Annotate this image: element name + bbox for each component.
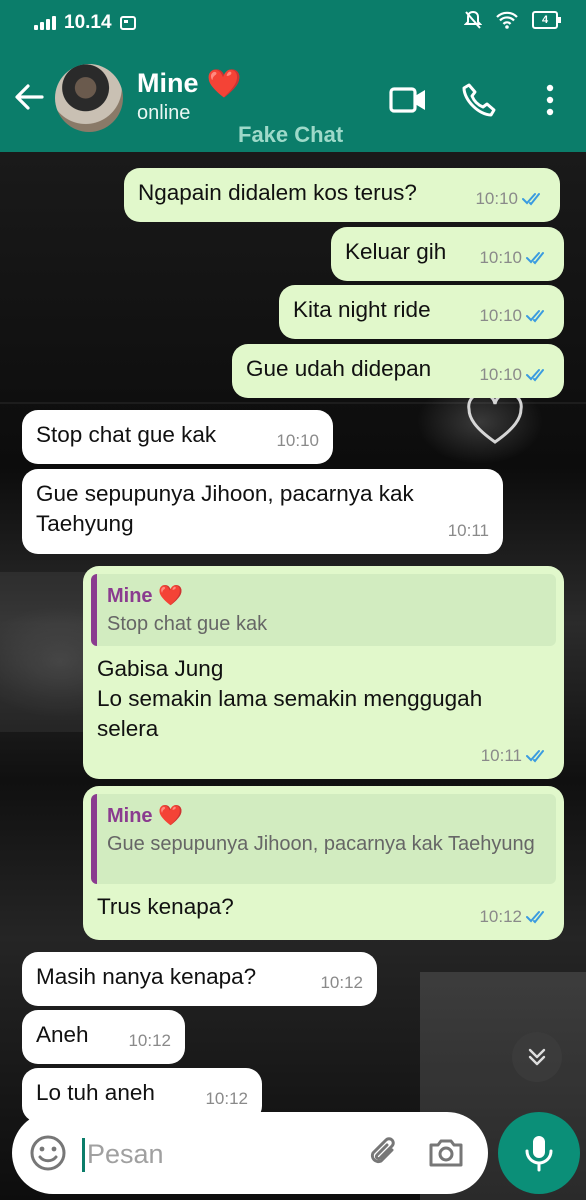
avatar[interactable] [55, 64, 123, 132]
chat-header: 10.14 4 Mine ❤️ online Fake Chat [0, 0, 586, 152]
quoted-text: Stop chat gue kak [107, 613, 268, 635]
message-time: 10:12 [320, 973, 363, 992]
read-ticks-icon [526, 750, 544, 763]
message-time: 10:12 [205, 1089, 248, 1108]
mute-bell-icon [464, 10, 482, 29]
status-bar: 10.14 4 [0, 0, 586, 46]
message-text: Kita night ride [293, 297, 431, 322]
contact-name[interactable]: Mine ❤️ [137, 68, 241, 99]
read-ticks-icon [526, 252, 544, 265]
camera-icon[interactable] [426, 1132, 466, 1172]
message-time: 10:10 [479, 306, 522, 325]
message-composer [12, 1112, 488, 1194]
message-meta: 10:10 [475, 184, 546, 214]
message-time: 10:10 [479, 365, 522, 384]
message-text: Lo tuh aneh [36, 1080, 155, 1105]
message-time: 10:12 [479, 907, 522, 926]
wifi-icon [496, 11, 518, 29]
message-meta: 10:12 [479, 902, 550, 932]
read-ticks-icon [526, 911, 544, 924]
message-bubble-outgoing[interactable]: Ngapain didalem kos terus? 10:10 [124, 168, 560, 222]
message-text: Aneh [36, 1022, 89, 1047]
message-text: Gue udah didepan [246, 356, 432, 381]
message-meta: 10:10 [479, 360, 550, 390]
message-bubble-incoming[interactable]: Stop chat gue kak 10:10 [22, 410, 333, 464]
message-bubble-outgoing-reply[interactable]: Mine ❤️ Stop chat gue kak Gabisa Jung Lo… [83, 566, 564, 779]
message-bubble-outgoing[interactable]: Kita night ride 10:10 [279, 285, 564, 339]
quoted-sender: Mine ❤️ [107, 805, 184, 827]
message-text: Stop chat gue kak [36, 422, 217, 447]
message-bubble-incoming[interactable]: Aneh 10:12 [22, 1010, 185, 1064]
scroll-to-bottom-button[interactable] [512, 1032, 562, 1082]
message-bubble-outgoing-reply[interactable]: Mine ❤️ Gue sepupunya Jihoon, pacarnya k… [83, 786, 564, 940]
contact-status: online [137, 102, 191, 124]
message-text: Keluar gih [345, 239, 447, 264]
more-options-icon[interactable] [530, 80, 570, 120]
microphone-button[interactable] [498, 1112, 580, 1194]
fake-chat-watermark: Fake Chat [238, 122, 344, 147]
message-bubble-outgoing[interactable]: Keluar gih 10:10 [331, 227, 564, 281]
message-text-line: Taehyung [36, 511, 134, 536]
microphone-icon [525, 1136, 553, 1172]
message-text-line: Gue sepupunya Jihoon, pacarnya kak [36, 481, 414, 506]
heart-icon: ❤️ [206, 67, 242, 99]
text-caret [82, 1138, 85, 1172]
message-input[interactable] [87, 1132, 357, 1176]
message-time: 10:10 [479, 248, 522, 267]
double-chevron-down-icon [528, 1048, 546, 1066]
neon-heart-icon [467, 394, 523, 444]
emoji-icon[interactable] [28, 1133, 68, 1173]
message-time: 10:10 [475, 189, 518, 208]
back-arrow-icon[interactable] [12, 80, 46, 114]
battery-icon: 4 [532, 11, 561, 29]
message-time: 10:10 [276, 431, 319, 450]
message-time: 10:11 [480, 746, 522, 765]
message-meta: 10:12 [128, 1026, 171, 1056]
message-text-line: selera [97, 716, 159, 741]
message-time: 10:11 [447, 521, 489, 540]
paperclip-icon[interactable] [364, 1132, 404, 1172]
message-text: Trus kenapa? [97, 894, 234, 919]
contact-name-text: Mine [137, 68, 199, 98]
message-text-line: Lo semakin lama semakin menggugah [97, 686, 483, 711]
status-time: 10.14 [64, 12, 112, 33]
quoted-message[interactable]: Mine ❤️ Stop chat gue kak [91, 574, 556, 646]
voice-call-icon[interactable] [459, 80, 499, 120]
quoted-text: Gue sepupunya Jihoon, pacarnya kak Taehy… [107, 833, 535, 855]
read-ticks-icon [526, 369, 544, 382]
message-meta: 10:12 [205, 1084, 248, 1114]
message-meta: 10:10 [479, 301, 550, 331]
message-text-line: Gabisa Jung [97, 656, 224, 681]
message-time: 10:12 [128, 1031, 171, 1050]
message-meta: 10:11 [448, 516, 489, 546]
message-bubble-incoming[interactable]: Gue sepupunya Jihoon, pacarnya kak Taehy… [22, 469, 503, 554]
notification-icon [119, 16, 136, 30]
message-bubble-outgoing[interactable]: Gue udah didepan 10:10 [232, 344, 564, 398]
message-text: Masih nanya kenapa? [36, 964, 257, 989]
quoted-message[interactable]: Mine ❤️ Gue sepupunya Jihoon, pacarnya k… [91, 794, 556, 884]
message-bubble-incoming[interactable]: Masih nanya kenapa? 10:12 [22, 952, 377, 1006]
message-meta: 10:10 [276, 426, 319, 456]
message-meta: 10:11 [481, 741, 550, 771]
quoted-sender: Mine ❤️ [107, 585, 184, 607]
message-meta: 10:10 [479, 243, 550, 273]
message-meta: 10:12 [320, 968, 363, 998]
read-ticks-icon [526, 310, 544, 323]
video-call-icon[interactable] [388, 80, 428, 120]
read-ticks-icon [522, 193, 540, 206]
message-text: Ngapain didalem kos terus? [138, 180, 417, 205]
signal-icon [34, 16, 56, 30]
